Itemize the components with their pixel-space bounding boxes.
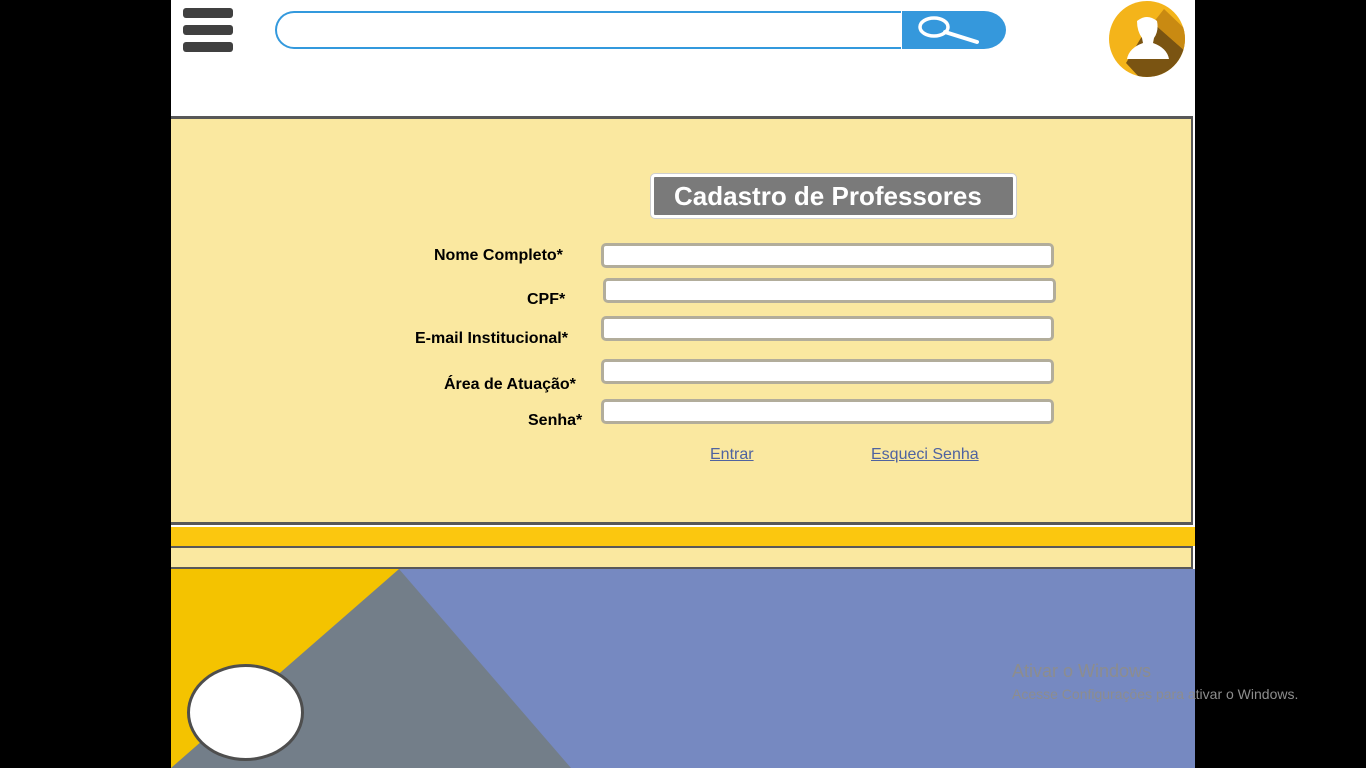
password-label: Senha* — [528, 412, 583, 429]
institutional-email-field[interactable] — [601, 316, 1054, 341]
app-page: Cadastro de Professores Nome Completo* C… — [171, 0, 1195, 768]
institutional-email-label: E-mail Institucional* — [415, 330, 568, 347]
password-field[interactable] — [601, 399, 1054, 424]
search-bar — [275, 11, 901, 49]
form-title-box: Cadastro de Professores — [651, 174, 1016, 218]
cpf-field[interactable] — [603, 278, 1056, 303]
full-name-label: Nome Completo* — [434, 247, 563, 264]
area-label: Área de Atuação* — [444, 376, 576, 393]
area-field[interactable] — [601, 359, 1054, 384]
search-input[interactable] — [293, 19, 887, 45]
watermark-title: Ativar o Windows — [1012, 661, 1152, 681]
full-name-field[interactable] — [601, 243, 1054, 268]
page-title: Cadastro de Professores — [674, 181, 982, 211]
search-icon — [918, 16, 979, 44]
search-button[interactable] — [902, 11, 1006, 49]
cpf-label: CPF* — [527, 291, 566, 308]
watermark-subtitle: Acesse Configurações para ativar o Windo… — [1012, 686, 1299, 702]
user-icon — [1126, 9, 1185, 77]
pale-stripe — [171, 546, 1193, 569]
hamburger-menu-icon[interactable] — [183, 8, 233, 54]
logo-placeholder-circle — [187, 664, 304, 761]
login-link[interactable]: Entrar — [710, 446, 754, 464]
yellow-stripe — [171, 527, 1195, 546]
forgot-password-link[interactable]: Esqueci Senha — [871, 446, 979, 464]
user-avatar-button[interactable] — [1109, 1, 1185, 77]
